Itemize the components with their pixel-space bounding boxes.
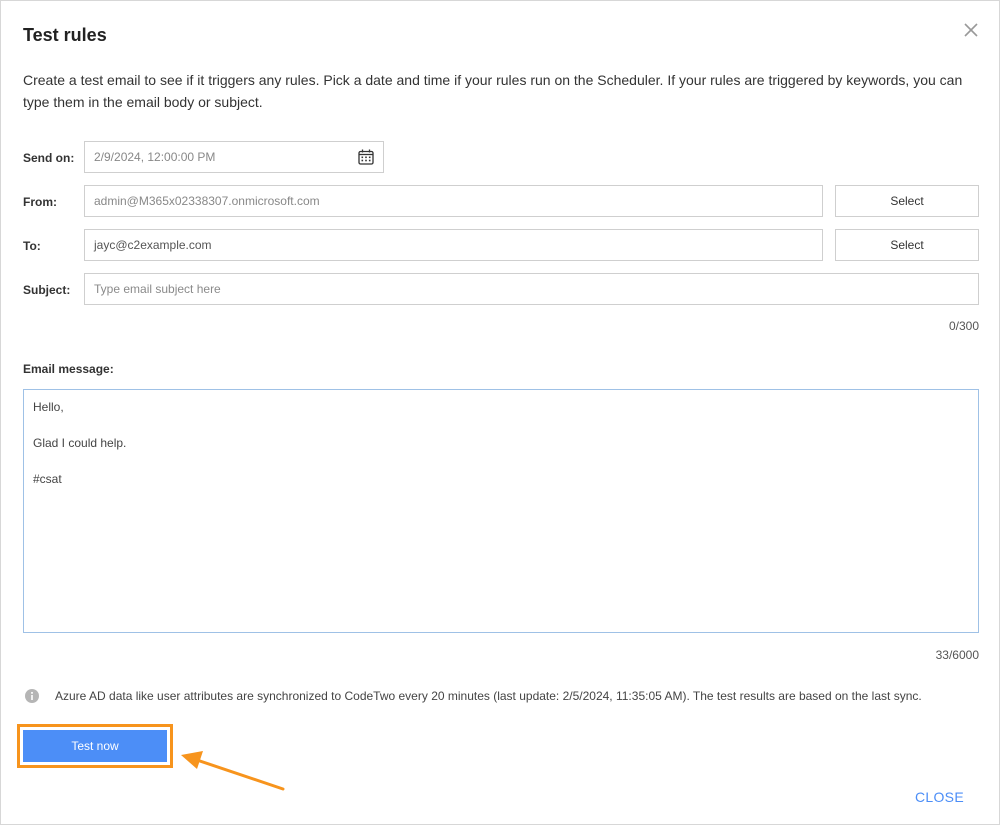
test-now-button[interactable]: Test now [23, 730, 167, 762]
test-rules-dialog: Test rules Create a test email to see if… [0, 0, 1000, 825]
email-message-label: Email message: [23, 362, 114, 376]
subject-label: Subject: [23, 283, 71, 297]
dialog-intro: Create a test email to see if it trigger… [23, 72, 963, 110]
close-button[interactable]: CLOSE [915, 789, 964, 805]
send-on-datetime-field[interactable]: 2/9/2024, 12:00:00 PM [84, 141, 384, 173]
from-value: admin@M365x02338307.onmicrosoft.com [94, 194, 320, 208]
subject-char-counter: 0/300 [948, 319, 979, 333]
dialog-title: Test rules [23, 25, 107, 45]
from-field[interactable]: admin@M365x02338307.onmicrosoft.com [84, 185, 823, 217]
to-label: To: [23, 239, 41, 253]
pointer-arrow-icon [181, 751, 285, 791]
from-label: From: [23, 195, 57, 209]
send-on-value: 2/9/2024, 12:00:00 PM [94, 150, 216, 164]
to-value: jayc@c2example.com [94, 238, 212, 252]
to-field[interactable]: jayc@c2example.com [84, 229, 823, 261]
calendar-icon[interactable] [357, 148, 375, 166]
from-select-button[interactable]: Select [835, 185, 979, 217]
sync-info-text: Azure AD data like user attributes are s… [55, 689, 922, 703]
subject-input[interactable] [84, 273, 979, 305]
message-char-counter: 33/6000 [935, 648, 979, 662]
to-select-button[interactable]: Select [835, 229, 979, 261]
close-icon[interactable] [962, 21, 980, 39]
email-message-textarea[interactable]: Hello, Glad I could help. #csat [23, 389, 979, 633]
send-on-label: Send on: [23, 151, 75, 165]
info-icon [25, 689, 39, 703]
